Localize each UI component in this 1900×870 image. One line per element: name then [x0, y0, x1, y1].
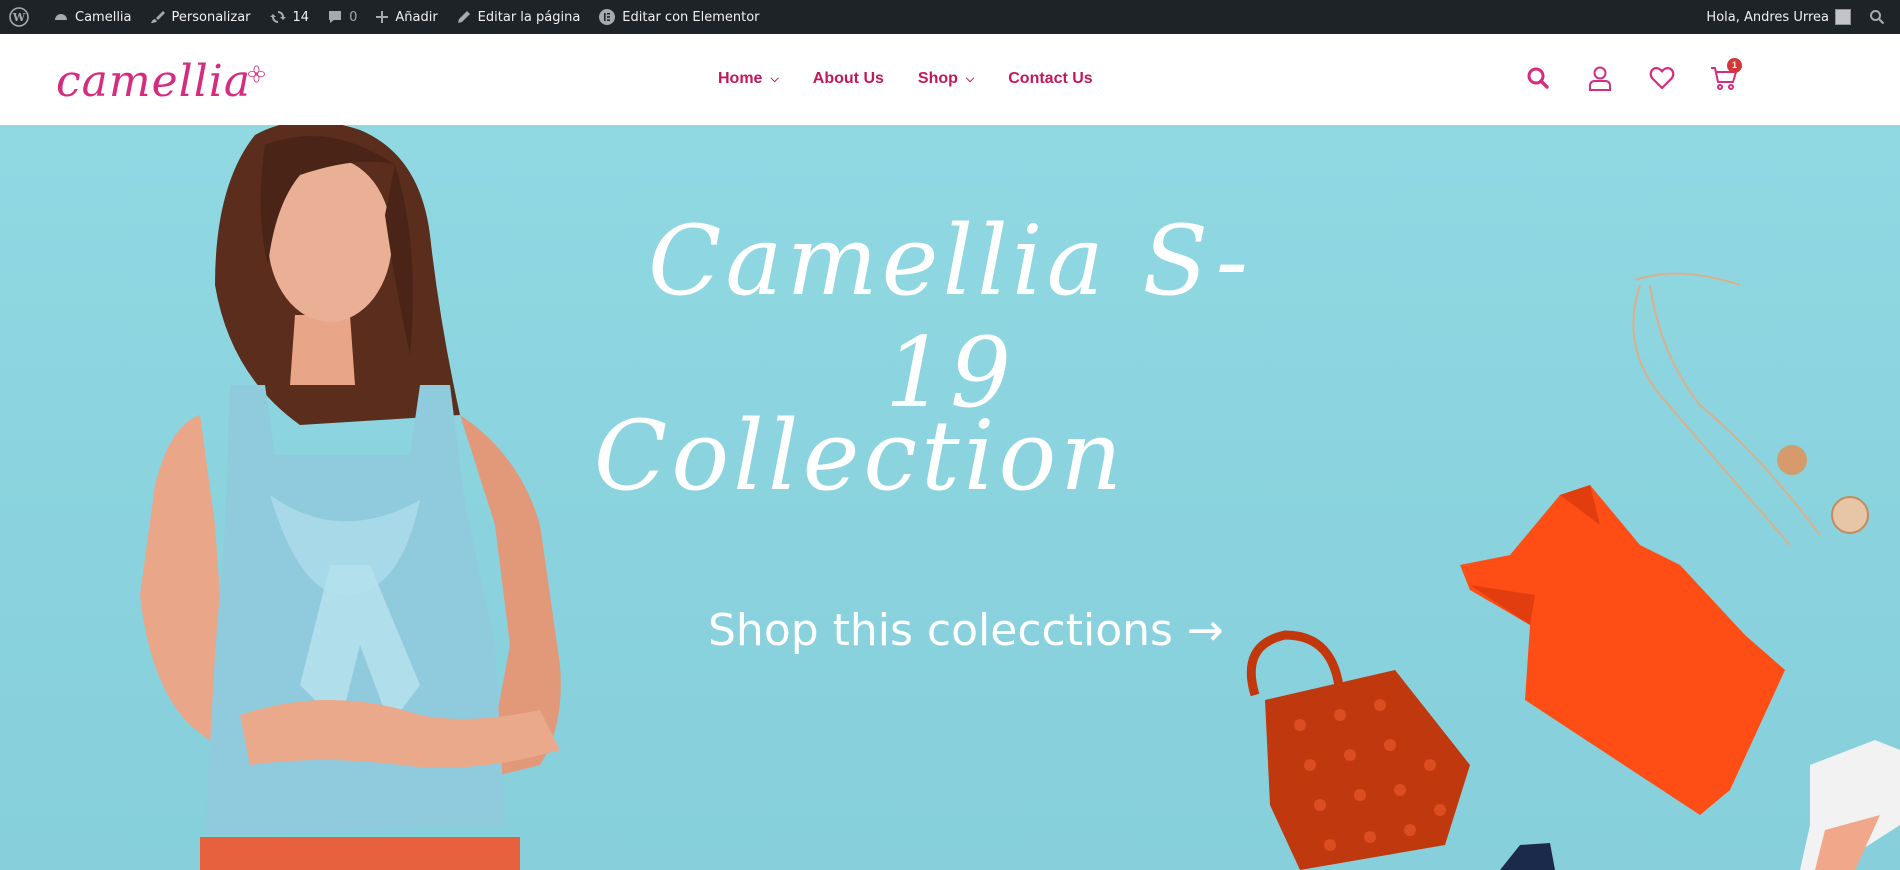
hero-title-line-1: Camellia S-19: [647, 205, 1253, 429]
beaded-bag-photo: [1246, 630, 1470, 870]
admin-edit-page-label: Editar la página: [477, 9, 581, 25]
nav-contact-label: Contact Us: [1008, 70, 1093, 87]
orange-top-photo: [1460, 485, 1785, 815]
necklace-photo: [1632, 272, 1869, 546]
nav-shop-label: Shop: [917, 70, 958, 87]
dashboard-icon: [55, 14, 67, 20]
nav-item-contact-us[interactable]: Contact Us: [1008, 70, 1092, 88]
admin-bar: W Camellia Personalizar 14 0 Añadir Edit…: [0, 0, 1900, 34]
pencil-icon: [457, 11, 470, 23]
nav-item-about-us[interactable]: About Us: [813, 70, 884, 88]
hero-title-line-2: Collection: [593, 400, 1127, 512]
elementor-icon: [599, 9, 616, 25]
admin-site-name-label: Camellia: [75, 9, 132, 25]
admin-updates[interactable]: 14: [260, 0, 319, 34]
admin-updates-count: 14: [292, 9, 310, 25]
flower-icon: [247, 65, 266, 83]
nav-home-label: Home: [718, 70, 763, 87]
jeans-photo: [1500, 843, 1555, 870]
comment-icon: [329, 11, 342, 23]
shop-collection-link[interactable]: Shop this colecctions →: [708, 605, 1224, 656]
admin-edit-page[interactable]: Editar la página: [447, 0, 590, 34]
admin-account[interactable]: Hola, Andres Urrea: [1697, 0, 1860, 34]
admin-comments[interactable]: 0: [318, 0, 366, 34]
logo-text: camellia: [56, 55, 252, 107]
admin-new-label: Añadir: [395, 9, 438, 25]
main-navigation: Home ⌵ About Us Shop ⌵ Contact Us: [718, 62, 1127, 96]
nav-item-home[interactable]: Home ⌵: [718, 70, 779, 88]
admin-greeting: Hola, Andres Urrea: [1706, 9, 1829, 25]
admin-customize-label: Personalizar: [171, 9, 251, 25]
wordpress-logo-icon[interactable]: W: [0, 0, 44, 34]
model-photo: [140, 125, 561, 870]
search-button[interactable]: [1518, 58, 1558, 98]
header-icons: 1: [1518, 58, 1766, 98]
cart-button[interactable]: 1: [1704, 58, 1744, 98]
nav-about-label: About Us: [812, 70, 884, 87]
admin-edit-elementor-label: Editar con Elementor: [622, 9, 760, 25]
admin-customize[interactable]: Personalizar: [141, 0, 260, 34]
heart-icon: [1649, 66, 1675, 90]
chevron-down-icon: ⌵: [770, 72, 779, 85]
updates-icon: [269, 11, 286, 23]
nav-item-shop[interactable]: Shop ⌵: [918, 70, 974, 88]
svg-text:W: W: [12, 11, 26, 24]
admin-site-name[interactable]: Camellia: [44, 0, 141, 34]
cart-count-badge: 1: [1727, 58, 1742, 73]
search-icon: [1870, 10, 1885, 25]
brush-icon: [150, 11, 165, 23]
user-icon: [1589, 66, 1611, 91]
plus-icon: [376, 11, 389, 23]
admin-edit-elementor[interactable]: Editar con Elementor: [589, 0, 768, 34]
wishlist-button[interactable]: [1642, 58, 1682, 98]
admin-search[interactable]: [1860, 0, 1900, 34]
site-logo[interactable]: camellia: [56, 40, 266, 122]
site-header: camellia Home ⌵ About Us Shop ⌵ Contact …: [0, 34, 1900, 125]
search-icon: [1527, 67, 1549, 89]
chevron-down-icon: ⌵: [965, 72, 975, 85]
admin-new[interactable]: Añadir: [366, 0, 446, 34]
account-button[interactable]: [1580, 58, 1620, 98]
admin-comments-count: 0: [349, 9, 358, 25]
sandal-photo: [1800, 740, 1900, 870]
hero-banner: Camellia S-19 Collection Shop this colec…: [0, 125, 1900, 870]
avatar: [1835, 9, 1851, 25]
